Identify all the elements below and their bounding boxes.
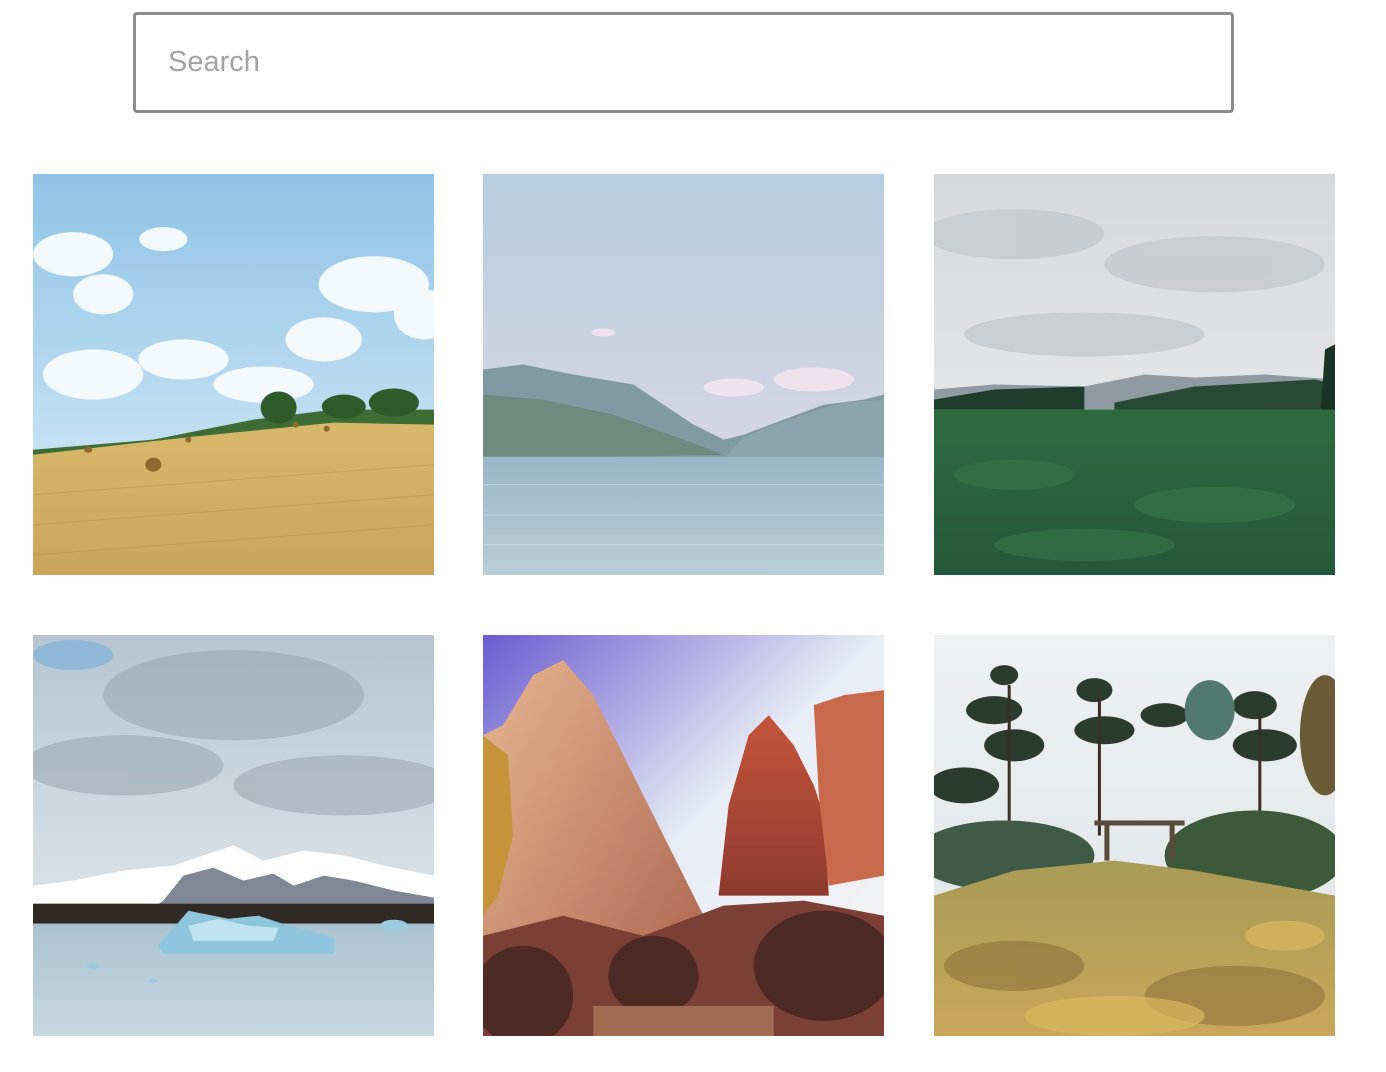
search-input[interactable] [136, 15, 1231, 110]
gallery-image-glacier-lagoon[interactable] [33, 635, 434, 1036]
gallery-image-forest-garden[interactable] [934, 635, 1335, 1036]
gallery-image-hay-field[interactable] [33, 174, 434, 575]
gallery-page [0, 0, 1386, 1072]
search-box[interactable] [133, 12, 1234, 113]
gallery-image-red-canyon[interactable] [483, 635, 884, 1036]
gallery-image-mountain-lake[interactable] [483, 174, 884, 575]
gallery-image-green-plain[interactable] [934, 174, 1335, 575]
